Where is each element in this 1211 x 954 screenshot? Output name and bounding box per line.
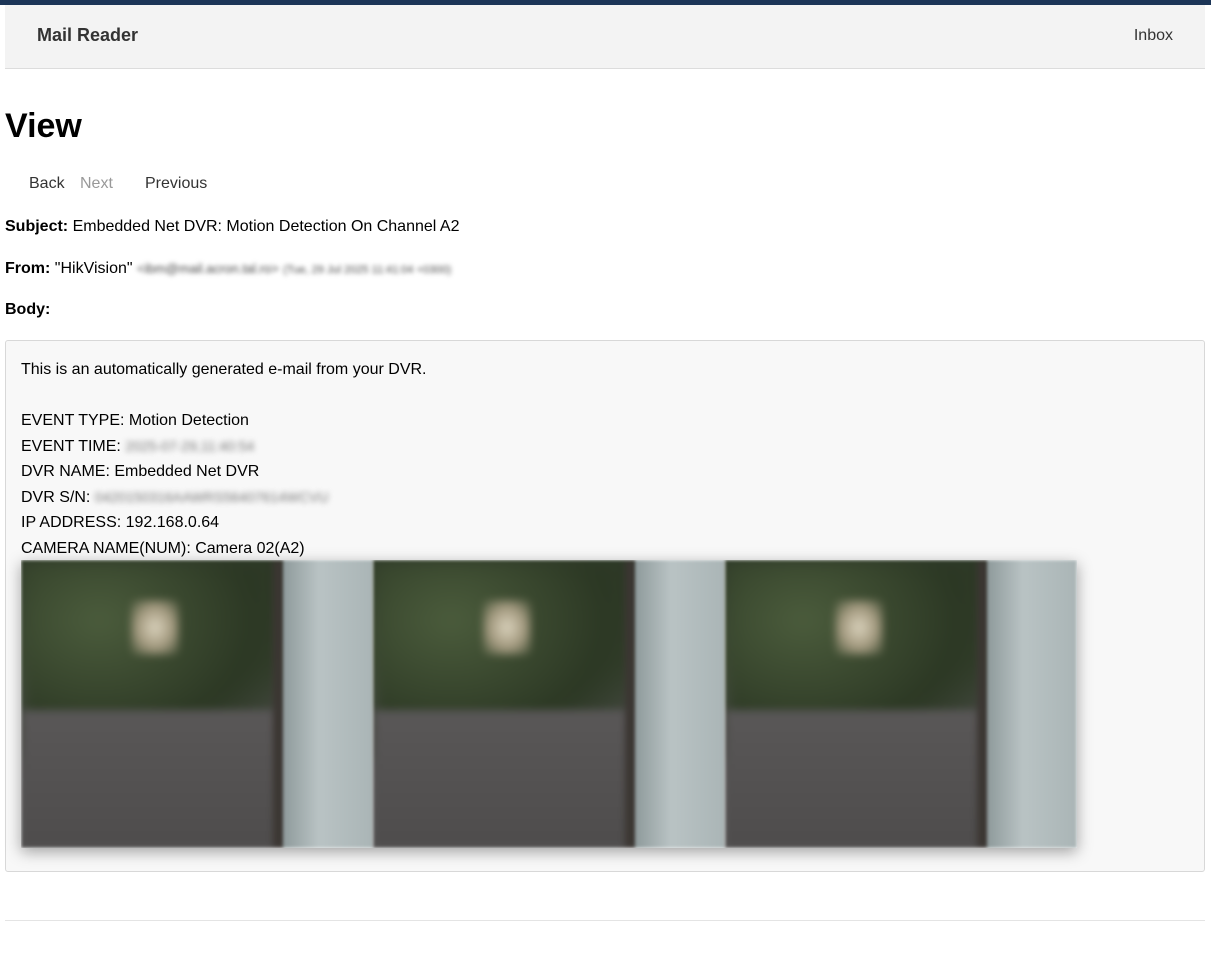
footer-divider <box>5 920 1205 921</box>
from-address: <ibm@mail.acron.tal.ro> <box>137 261 279 276</box>
subject-label: Subject: <box>5 218 69 235</box>
event-time-label: EVENT TIME: <box>21 437 126 455</box>
from-date: (Tue, 29 Jul 2025 11:41:04 +0300) <box>283 264 452 276</box>
app-brand[interactable]: Mail Reader <box>37 25 138 46</box>
from-row: From: "HikVision" <ibm@mail.acron.tal.ro… <box>5 259 451 280</box>
inbox-link[interactable]: Inbox <box>1134 27 1173 45</box>
body-dvr-sn: DVR S/N: 0420150316AAWRS56407614WCVU <box>21 485 427 511</box>
body-label: Body: <box>5 301 51 318</box>
event-time-value: 2025-07-29,11:40:54 <box>125 437 255 454</box>
message-body: This is an automatically generated e-mai… <box>5 340 1205 872</box>
body-blank-line <box>21 383 427 409</box>
body-intro: This is an automatically generated e-mai… <box>21 361 427 378</box>
dvr-sn-value: 0420150316AAWRS56407614WCVU <box>94 488 329 505</box>
previous-link[interactable]: Previous <box>145 175 207 193</box>
camera-snapshot-3 <box>725 560 1077 848</box>
subject-row: Subject: Embedded Net DVR: Motion Detect… <box>5 217 459 237</box>
camera-snapshot-1 <box>21 560 373 848</box>
body-row: Body: <box>5 300 50 320</box>
body-dvr-name: DVR NAME: Embedded Net DVR <box>21 463 260 480</box>
snapshot-strip <box>21 560 1077 848</box>
navbar: Mail Reader Inbox <box>5 5 1205 69</box>
camera-snapshot-2 <box>373 560 725 848</box>
message-pager: Back Next Previous <box>5 175 305 195</box>
body-camera-name: CAMERA NAME(NUM): Camera 02(A2) <box>21 539 305 557</box>
next-link-disabled: Next <box>80 175 113 192</box>
body-event-type: EVENT TYPE: Motion Detection <box>21 412 249 429</box>
back-link[interactable]: Back <box>29 175 65 193</box>
dvr-sn-label: DVR S/N: <box>21 488 95 506</box>
page-title: View <box>5 107 82 145</box>
body-text: This is an automatically generated e-mai… <box>21 357 427 561</box>
subject-value: Embedded Net DVR: Motion Detection On Ch… <box>72 218 460 235</box>
from-label: From: <box>5 260 51 277</box>
from-name: "HikVision" <box>54 260 133 277</box>
body-ip-address: IP ADDRESS: 192.168.0.64 <box>21 514 220 531</box>
body-event-time: EVENT TIME: 2025-07-29,11:40:54 <box>21 434 427 460</box>
